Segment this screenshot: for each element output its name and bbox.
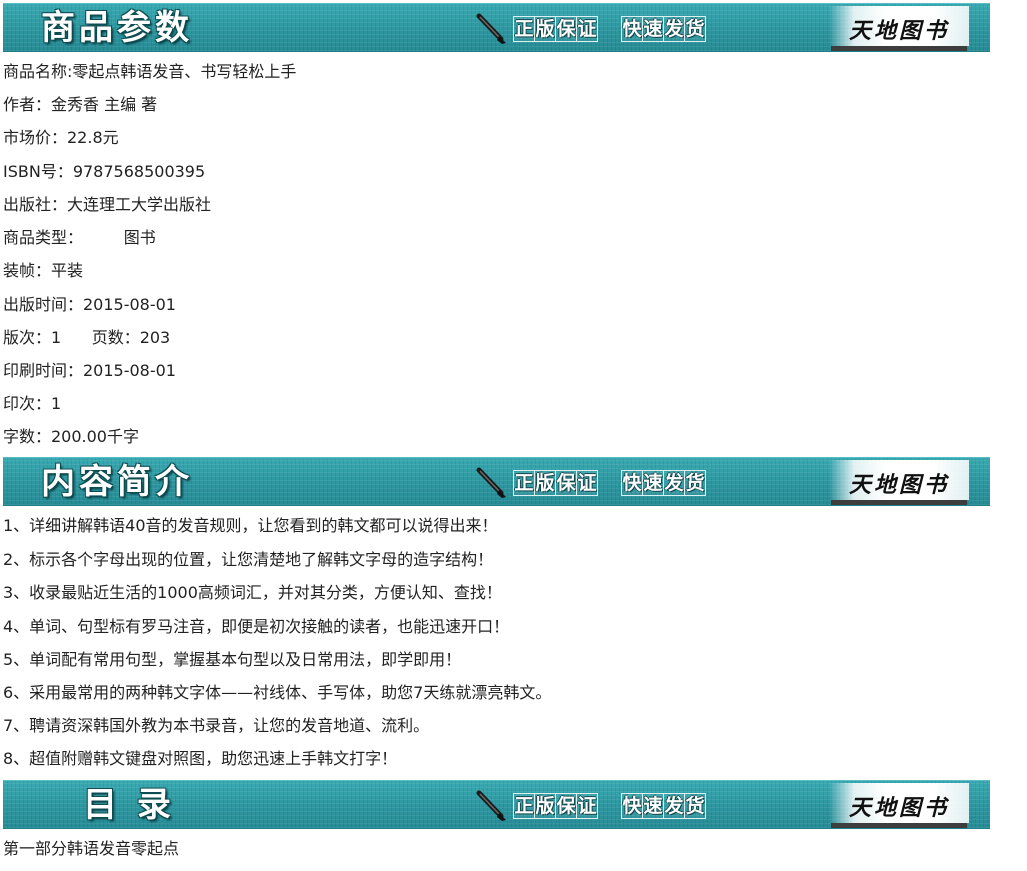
param-binding: 装帧：平装 [3, 261, 84, 280]
tag-char: 速 [642, 16, 664, 42]
tag-char: 速 [642, 793, 664, 819]
param-print-date: 印刷时间：2015-08-01 [3, 361, 176, 380]
intro-item-4: 4、单词、句型标有罗马注音，即便是初次接触的读者，也能迅速开口！ [3, 617, 510, 636]
intro-item-5: 5、单词配有常用句型，掌握基本句型以及日常用法，即学即用！ [3, 650, 462, 669]
brush-icon [476, 790, 506, 821]
banner-title: 内容简介 [41, 462, 193, 502]
param-type: 商品类型： 图书 [3, 228, 156, 247]
tag-char: 保 [555, 470, 577, 496]
tag-fast-shipping: 快 速 发 货 [621, 470, 706, 498]
param-isbn: ISBN号：9787568500395 [3, 162, 206, 181]
param-word-count: 字数：200.00千字 [3, 427, 139, 446]
tag-char: 发 [663, 16, 685, 42]
banner-product-params: 商品参数 正 版 保 证 快 速 发 货 天地图书 [3, 3, 990, 52]
banner-title: 目 录 [83, 785, 175, 825]
brand-underline [831, 46, 967, 51]
tag-char: 正 [513, 470, 535, 496]
param-publisher: 出版社：大连理工大学出版社 [3, 195, 212, 214]
brush-icon [476, 13, 506, 44]
tag-char: 版 [534, 16, 556, 42]
banner-title: 商品参数 [41, 8, 193, 48]
brand-underline [831, 500, 967, 505]
tag-char: 证 [576, 470, 598, 496]
intro-item-8: 8、超值附赠韩文键盘对照图，助您迅速上手韩文打字！ [3, 749, 398, 768]
brand-text: 天地图书 [849, 18, 950, 44]
brand-underline [831, 823, 967, 828]
tag-char: 证 [576, 793, 598, 819]
tag-char: 保 [555, 16, 577, 42]
tag-genuine: 正 版 保 证 [513, 16, 598, 44]
tag-char: 保 [555, 793, 577, 819]
toc-item-1: 第一部分韩语发音零起点 [3, 839, 180, 858]
tag-char: 证 [576, 16, 598, 42]
tag-char: 版 [534, 470, 556, 496]
intro-item-1: 1、详细讲解韩语40音的发音规则，让您看到的韩文都可以说得出来！ [3, 516, 498, 535]
tag-char: 货 [684, 793, 706, 819]
brand-logo: 天地图书 [829, 781, 969, 828]
brand-text: 天地图书 [849, 472, 950, 498]
tag-char: 发 [663, 470, 685, 496]
tag-fast-shipping: 快 速 发 货 [621, 793, 706, 821]
intro-item-7: 7、聘请资深韩国外教为本书录音，让您的发音地道、流利。 [3, 716, 430, 735]
param-pub-date: 出版时间：2015-08-01 [3, 295, 176, 314]
brand-logo: 天地图书 [829, 458, 969, 505]
param-name: 商品名称:零起点韩语发音、书写轻松上手 [3, 62, 297, 81]
param-price: 市场价：22.8元 [3, 128, 119, 147]
tag-char: 正 [513, 793, 535, 819]
tag-char: 正 [513, 16, 535, 42]
intro-item-2: 2、标示各个字母出现的位置，让您清楚地了解韩文字母的造字结构！ [3, 550, 494, 569]
brand-logo: 天地图书 [829, 4, 969, 51]
param-edition-pages: 版次：1 页数：203 [3, 328, 171, 347]
tag-fast-shipping: 快 速 发 货 [621, 16, 706, 44]
intro-item-3: 3、收录最贴近生活的1000高频词汇，并对其分类，方便认知、查找！ [3, 583, 502, 602]
brand-text: 天地图书 [849, 795, 950, 821]
tag-genuine: 正 版 保 证 [513, 793, 598, 821]
tag-char: 版 [534, 793, 556, 819]
tag-char: 快 [621, 16, 643, 42]
param-print-count: 印次：1 [3, 394, 62, 413]
banner-toc: 目 录 正 版 保 证 快 速 发 货 天地图书 [3, 780, 990, 829]
intro-item-6: 6、采用最常用的两种韩文字体——衬线体、手写体，助您7天练就漂亮韩文。 [3, 683, 552, 702]
param-author: 作者：金秀香 主编 著 [3, 95, 158, 114]
tag-char: 快 [621, 470, 643, 496]
tag-char: 快 [621, 793, 643, 819]
tag-genuine: 正 版 保 证 [513, 470, 598, 498]
brush-icon [476, 467, 506, 498]
banner-intro: 内容简介 正 版 保 证 快 速 发 货 天地图书 [3, 457, 990, 506]
tag-char: 发 [663, 793, 685, 819]
tag-char: 货 [684, 470, 706, 496]
tag-char: 速 [642, 470, 664, 496]
tag-char: 货 [684, 16, 706, 42]
